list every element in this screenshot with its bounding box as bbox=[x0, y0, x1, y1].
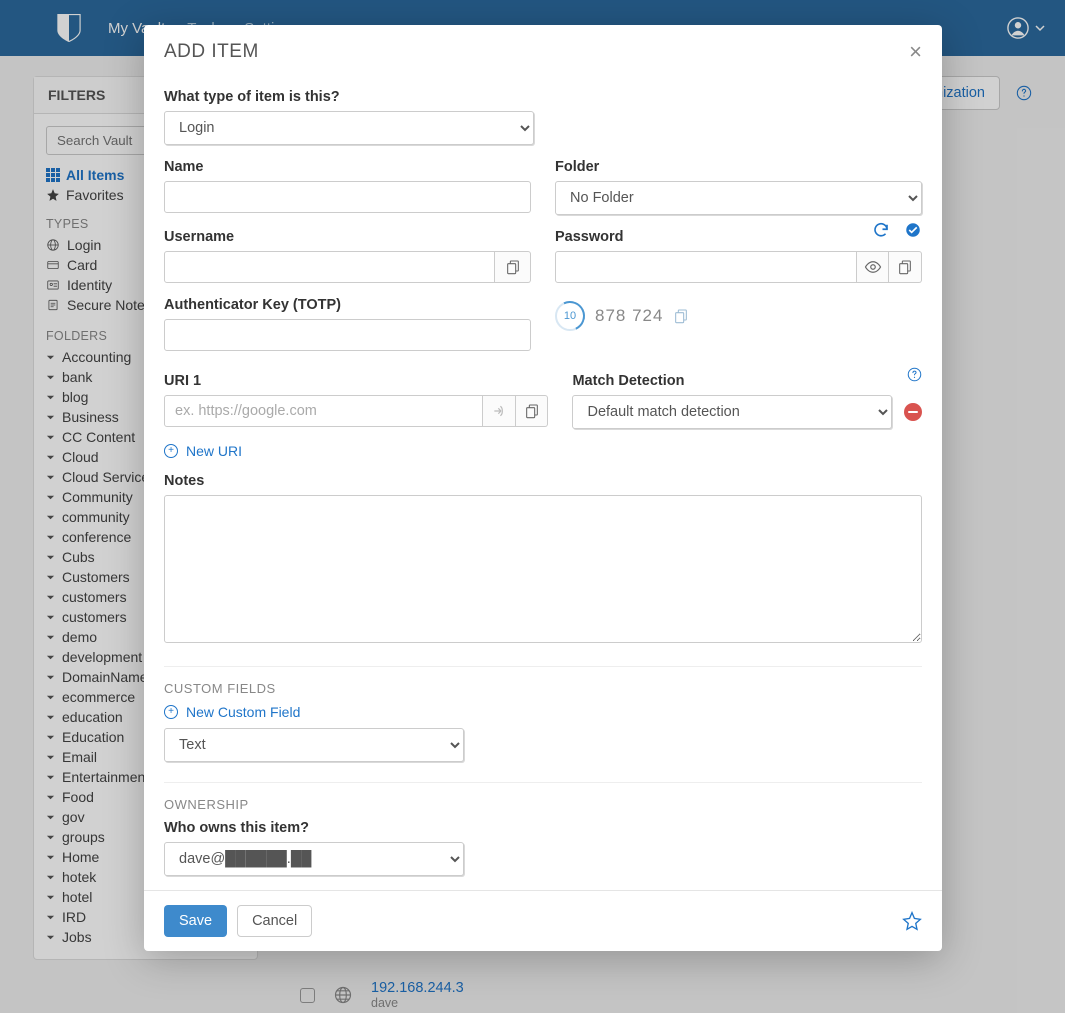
match-detection-select[interactable]: Default match detection bbox=[572, 395, 892, 429]
totp-timer-value: 10 bbox=[557, 303, 583, 329]
new-custom-field-label: New Custom Field bbox=[186, 704, 300, 720]
add-item-modal: ADD ITEM × What type of item is this? Lo… bbox=[144, 25, 942, 951]
plus-circle-icon: + bbox=[164, 444, 178, 458]
new-uri-label: New URI bbox=[186, 443, 242, 459]
favorite-toggle-icon[interactable] bbox=[902, 911, 922, 931]
ownership-header: OWNERSHIP bbox=[164, 782, 922, 812]
uri1-input[interactable] bbox=[164, 395, 483, 427]
new-uri-link[interactable]: + New URI bbox=[164, 443, 922, 459]
toggle-password-button[interactable] bbox=[857, 251, 890, 283]
folder-select[interactable]: No Folder bbox=[555, 181, 922, 215]
copy-icon bbox=[524, 403, 540, 419]
match-help-icon[interactable] bbox=[907, 367, 922, 382]
totp-input[interactable] bbox=[164, 319, 531, 351]
notes-label: Notes bbox=[164, 473, 922, 489]
copy-uri-button[interactable] bbox=[516, 395, 549, 427]
copy-username-button[interactable] bbox=[495, 251, 531, 283]
generate-password-icon[interactable] bbox=[872, 221, 890, 239]
password-label: Password bbox=[555, 229, 624, 245]
custom-fields-header: CUSTOM FIELDS bbox=[164, 666, 922, 696]
name-input[interactable] bbox=[164, 181, 531, 213]
check-password-icon[interactable] bbox=[904, 221, 922, 239]
custom-field-type-select[interactable]: Text bbox=[164, 728, 464, 762]
totp-label: Authenticator Key (TOTP) bbox=[164, 297, 531, 313]
folder-label: Folder bbox=[555, 159, 922, 175]
uri1-label: URI 1 bbox=[164, 373, 548, 389]
password-input[interactable] bbox=[555, 251, 857, 283]
name-label: Name bbox=[164, 159, 531, 175]
item-type-select[interactable]: Login bbox=[164, 111, 534, 145]
totp-timer-ring: 10 bbox=[555, 301, 585, 331]
eye-icon bbox=[864, 258, 882, 276]
modal-title: ADD ITEM bbox=[164, 41, 259, 63]
launch-uri-button[interactable] bbox=[483, 395, 516, 427]
close-button[interactable]: × bbox=[909, 41, 922, 63]
owner-label: Who owns this item? bbox=[164, 820, 922, 836]
username-input[interactable] bbox=[164, 251, 495, 283]
totp-code: 878 724 bbox=[595, 306, 663, 326]
match-detection-label: Match Detection bbox=[572, 373, 684, 389]
cancel-button[interactable]: Cancel bbox=[237, 905, 312, 937]
remove-uri-button[interactable] bbox=[904, 403, 922, 421]
new-custom-field-link[interactable]: + New Custom Field bbox=[164, 704, 922, 720]
username-label: Username bbox=[164, 229, 531, 245]
copy-icon bbox=[505, 259, 521, 275]
save-button[interactable]: Save bbox=[164, 905, 227, 937]
owner-select[interactable]: dave@██████.██ bbox=[164, 842, 464, 876]
copy-totp-button[interactable] bbox=[673, 308, 689, 324]
copy-password-button[interactable] bbox=[889, 251, 922, 283]
type-label: What type of item is this? bbox=[164, 89, 922, 105]
copy-icon bbox=[897, 259, 913, 275]
notes-textarea[interactable] bbox=[164, 495, 922, 643]
launch-icon bbox=[491, 403, 507, 419]
plus-circle-icon: + bbox=[164, 705, 178, 719]
